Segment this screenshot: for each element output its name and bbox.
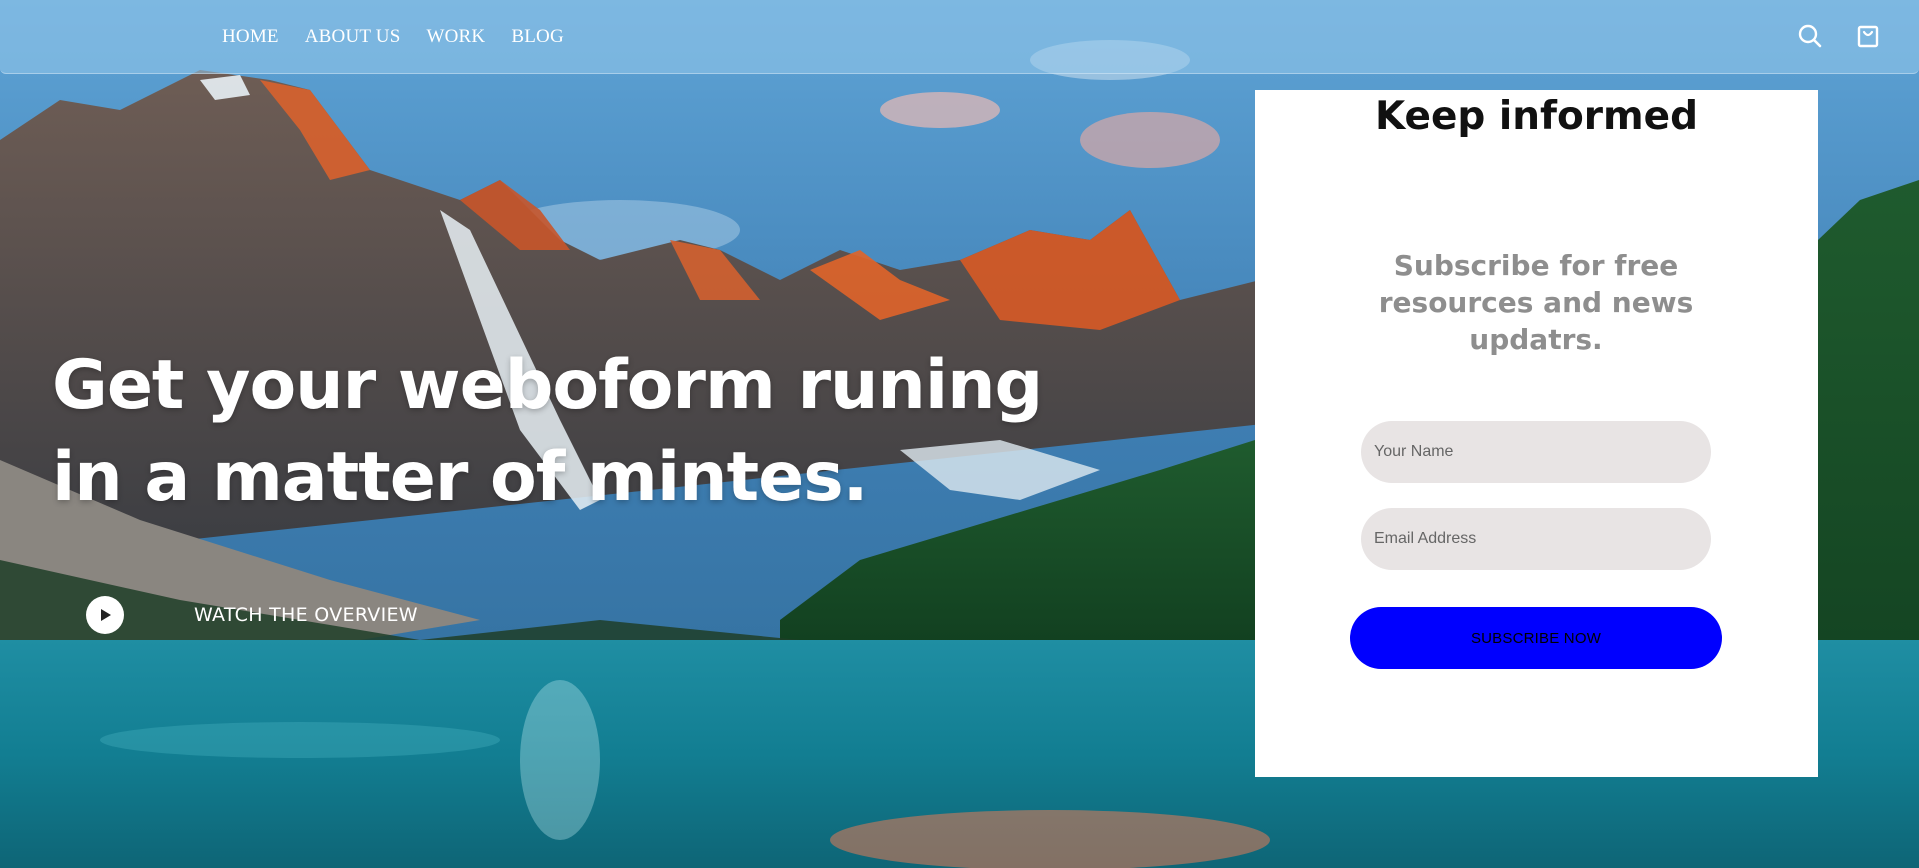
main-nav: HOME ABOUT US WORK BLOG <box>222 26 564 48</box>
watch-overview-button[interactable]: WATCH THE OVERVIEW <box>86 596 418 634</box>
watch-overview-label[interactable]: WATCH THE OVERVIEW <box>194 604 418 626</box>
card-title: Keep informed <box>1374 94 1699 139</box>
page: HOME ABOUT US WORK BLOG Get your webofor… <box>0 0 1919 868</box>
nav-blog[interactable]: BLOG <box>511 26 564 48</box>
play-icon[interactable] <box>86 596 124 634</box>
name-field[interactable] <box>1361 421 1711 483</box>
hero-headline: Get your weboform runing in a matter of … <box>52 340 1152 524</box>
card-subtitle: Subscribe for free resources and news up… <box>1378 249 1694 356</box>
subscribe-card: Keep informed Subscribe for free resourc… <box>1255 90 1818 777</box>
hero-headline-line-1: Get your weboform runing <box>52 346 1043 425</box>
nav-home[interactable]: HOME <box>222 26 279 48</box>
search-icon[interactable] <box>1797 23 1823 49</box>
email-field[interactable] <box>1361 508 1711 570</box>
subscribe-button[interactable]: SUBSCRIBE NOW <box>1350 607 1722 669</box>
top-navigation-bar: HOME ABOUT US WORK BLOG <box>0 0 1919 74</box>
shopping-bag-icon[interactable] <box>1855 23 1881 49</box>
nav-work[interactable]: WORK <box>427 26 486 48</box>
nav-about-us[interactable]: ABOUT US <box>305 26 401 48</box>
hero-headline-line-2: in a matter of mintes. <box>52 438 869 517</box>
